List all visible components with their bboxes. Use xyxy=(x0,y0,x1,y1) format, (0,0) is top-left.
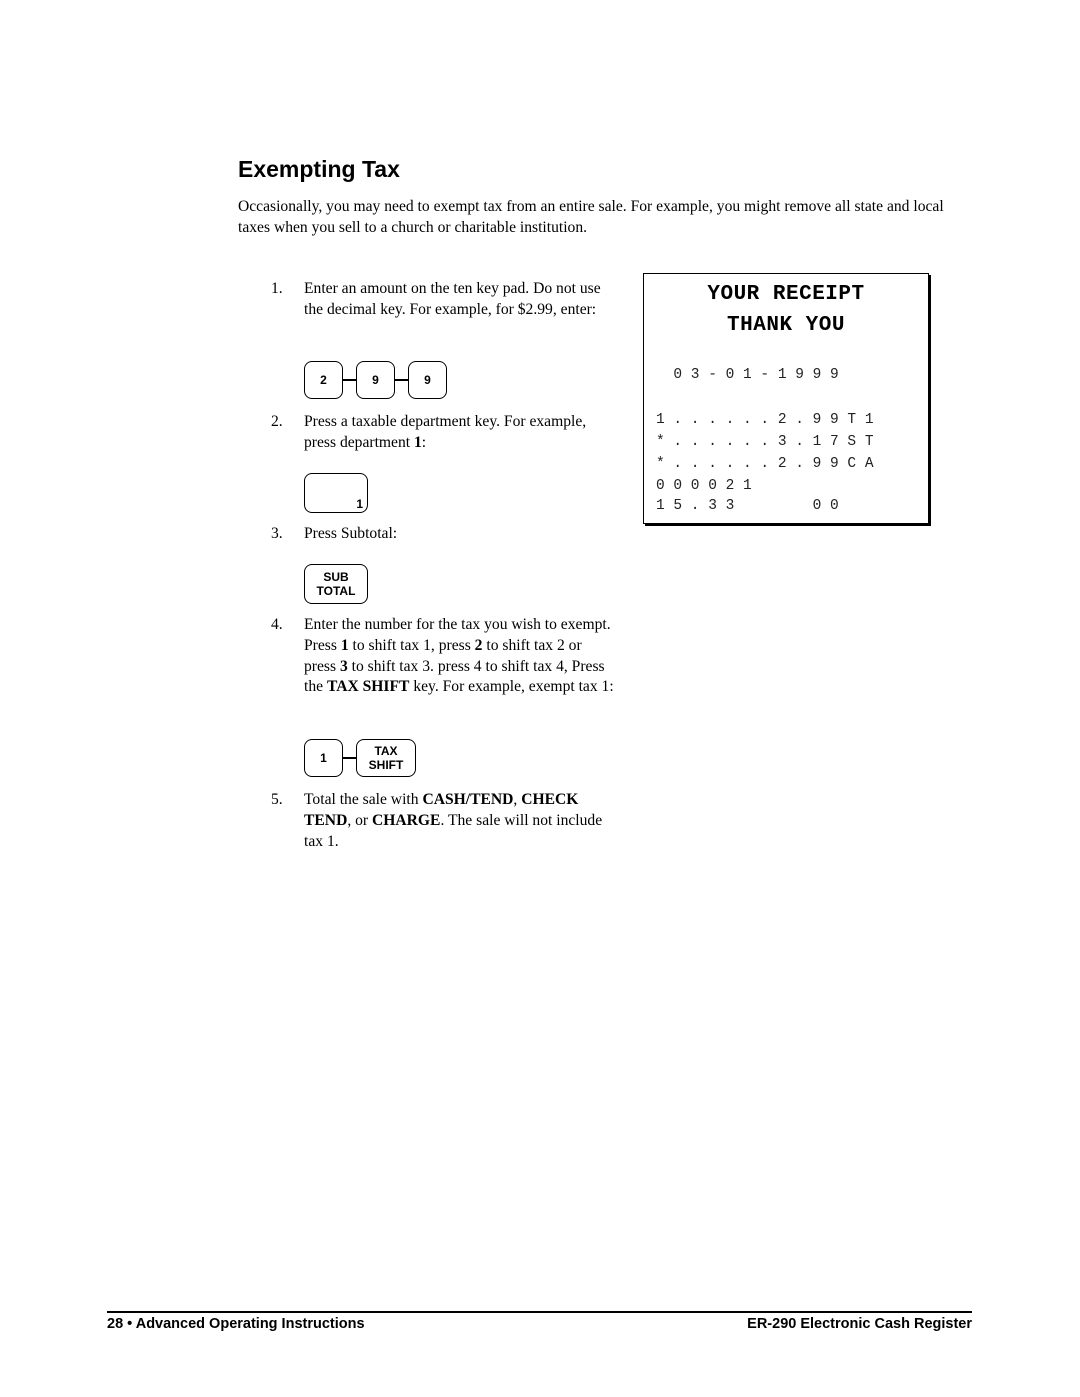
footer-section-title: 28 • Advanced Operating Instructions xyxy=(107,1316,365,1332)
page-title: Exempting Tax xyxy=(238,156,400,182)
step-number: 5. xyxy=(271,791,283,808)
receipt-line: 1 . . . . . . 2 . 9 9 T 1 xyxy=(656,412,874,428)
step-text: Enter an amount on the ten key pad. Do n… xyxy=(304,280,601,318)
key-sequence-amount: 2 9 9 xyxy=(304,361,447,399)
receipt-header-line2: THANK YOU xyxy=(727,314,845,337)
step-text: Enter the number for the tax you wish to… xyxy=(304,616,614,696)
receipt-sample: YOUR RECEIPT THANK YOU 0 3 - 0 1 - 1 9 9… xyxy=(643,273,929,524)
receipt-line: 0 0 0 0 2 1 xyxy=(656,478,752,494)
tax-shift-key: TAX SHIFT xyxy=(356,739,416,777)
key-connector xyxy=(343,757,356,759)
step-number: 4. xyxy=(271,616,283,633)
receipt-date: 0 3 - 0 1 - 1 9 9 9 xyxy=(656,367,839,383)
step-text: Press Subtotal: xyxy=(304,525,398,542)
key-9: 9 xyxy=(356,361,395,399)
key-sequence-tax-shift: 1 TAX SHIFT xyxy=(304,739,416,777)
receipt-header-line1: YOUR RECEIPT xyxy=(707,283,865,306)
step-number: 2. xyxy=(271,413,283,430)
step-text: Total the sale with CASH/TEND, CHECK TEN… xyxy=(304,791,603,850)
department-1-key: 1 xyxy=(304,473,368,513)
step-number: 1. xyxy=(271,280,283,297)
key-connector xyxy=(395,379,408,381)
receipt-line: * . . . . . . 2 . 9 9 C A xyxy=(656,456,874,472)
step-text: Press a taxable department key. For exam… xyxy=(304,413,587,451)
footer-product-name: ER-290 Electronic Cash Register xyxy=(747,1316,972,1332)
step-number: 3. xyxy=(271,525,283,542)
key-2: 2 xyxy=(304,361,343,399)
subtotal-key: SUB TOTAL xyxy=(304,564,368,604)
key-9: 9 xyxy=(408,361,447,399)
footer-divider xyxy=(107,1311,972,1313)
receipt-line: 1 5 . 3 3 0 0 xyxy=(656,498,839,514)
key-1: 1 xyxy=(304,739,343,777)
intro-paragraph: Occasionally, you may need to exempt tax… xyxy=(238,198,944,236)
key-connector xyxy=(343,379,356,381)
key-sequence-department: 1 xyxy=(304,473,368,513)
key-sequence-subtotal: SUB TOTAL xyxy=(304,564,368,604)
receipt-line: * . . . . . . 3 . 1 7 S T xyxy=(656,434,874,450)
